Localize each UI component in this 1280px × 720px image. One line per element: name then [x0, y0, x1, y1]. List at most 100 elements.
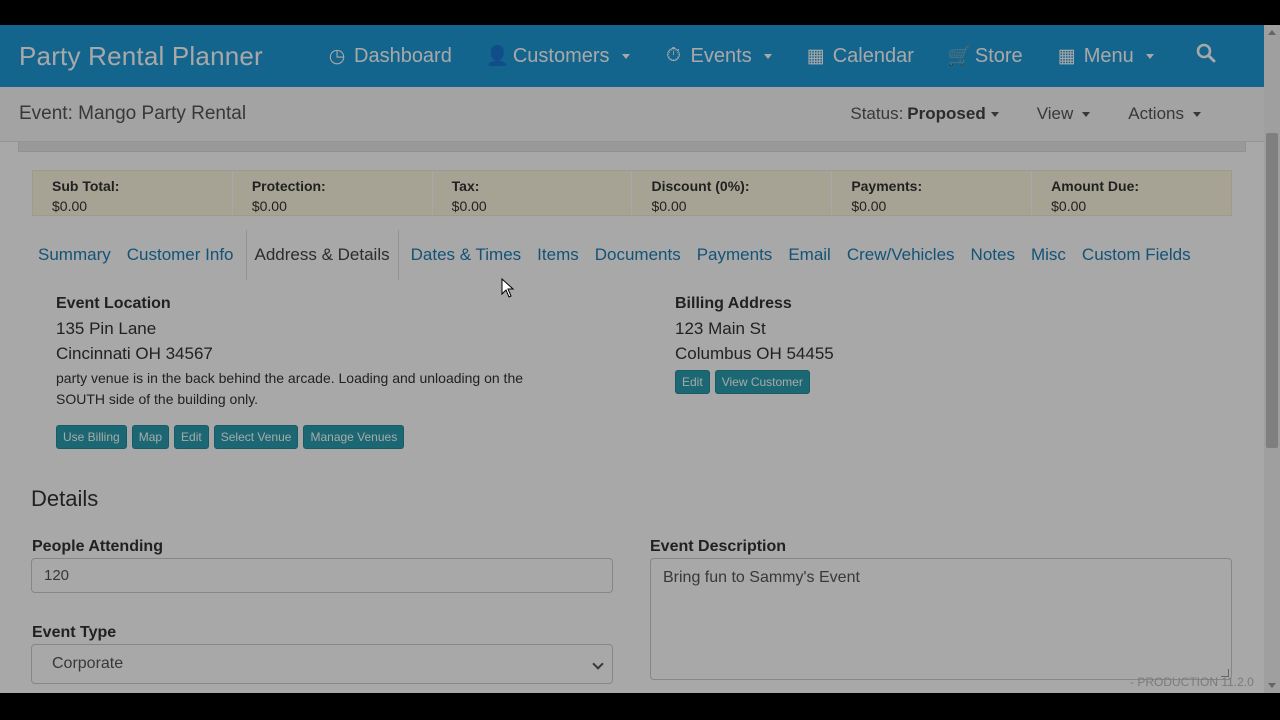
app-window: Party Rental Planner ◷ Dashboard 👤 Custo…	[0, 25, 1280, 693]
billing-address: Billing Address 123 Main St Columbus OH …	[675, 292, 834, 394]
caret-down-icon	[990, 111, 999, 117]
billing-address-line1: 123 Main St	[675, 319, 766, 338]
event-location-line2: Cincinnati OH 34567	[56, 344, 213, 363]
top-navbar: Party Rental Planner ◷ Dashboard 👤 Custo…	[0, 25, 1264, 87]
total-tax: Tax: $0.00	[433, 171, 633, 215]
grid-icon: ▦	[1057, 45, 1076, 67]
tab-documents[interactable]: Documents	[587, 230, 689, 280]
map-button[interactable]: Map	[131, 425, 170, 449]
nav-customers[interactable]: 👤 Customers	[469, 25, 647, 87]
total-label: Payments:	[851, 178, 923, 194]
caret-down-icon	[1082, 111, 1091, 117]
status-value: Proposed	[907, 104, 986, 123]
total-amount-due: Amount Due: $0.00	[1032, 171, 1231, 215]
status-dropdown[interactable]: Status: Proposed	[831, 104, 1017, 124]
event-type-select[interactable]: Corporate	[31, 644, 613, 684]
actions-dropdown[interactable]: Actions	[1109, 104, 1264, 124]
scrollbar-thumb[interactable]	[1266, 133, 1278, 448]
total-discount: Discount (0%): $0.00	[632, 171, 833, 215]
total-label: Protection:	[251, 178, 326, 194]
nav-label: Events	[690, 44, 752, 67]
event-location-heading: Event Location	[56, 295, 171, 312]
total-label: Amount Due:	[1051, 178, 1140, 194]
total-value: $0.00	[451, 198, 487, 214]
status-label: Status:	[850, 104, 904, 123]
panel-top	[18, 142, 1246, 152]
tab-payments[interactable]: Payments	[689, 230, 781, 280]
tab-items[interactable]: Items	[529, 230, 587, 280]
clock-icon: ⏱	[666, 45, 681, 66]
scroll-up-icon[interactable]	[1268, 30, 1276, 35]
nav-dashboard[interactable]: ◷ Dashboard	[310, 25, 469, 87]
people-attending-label: People Attending	[32, 538, 163, 555]
people-attending-input[interactable]: 120	[31, 558, 613, 593]
nav-label: Calendar	[832, 44, 914, 67]
total-label: Discount (0%):	[651, 178, 750, 194]
event-location-buttons: Use Billing Map Edit Select Venue Manage…	[56, 425, 556, 449]
brand-logo[interactable]: Party Rental Planner	[0, 41, 310, 72]
tab-misc[interactable]: Misc	[1023, 230, 1074, 280]
tab-custom-fields[interactable]: Custom Fields	[1074, 230, 1199, 280]
select-venue-button[interactable]: Select Venue	[213, 425, 299, 449]
event-location: Event Location 135 Pin Lane Cincinnati O…	[56, 292, 556, 449]
nav-calendar[interactable]: ▦ Calendar	[789, 25, 931, 87]
use-billing-button[interactable]: Use Billing	[56, 425, 127, 449]
chevron-down-icon	[592, 658, 604, 670]
event-location-line1: 135 Pin Lane	[56, 319, 157, 338]
details-section: Details People Attending 120 Event Type …	[18, 470, 1246, 690]
nav-label: Dashboard	[354, 44, 452, 67]
total-value: $0.00	[251, 198, 287, 214]
total-payments: Payments: $0.00	[832, 171, 1033, 215]
cart-icon: 🛒	[947, 46, 972, 67]
mouse-cursor-icon	[501, 278, 515, 298]
details-heading: Details	[31, 486, 99, 511]
vertical-scrollbar[interactable]	[1264, 25, 1280, 693]
actions-label: Actions	[1128, 104, 1184, 123]
nav-store[interactable]: 🛒 Store	[931, 25, 1040, 87]
caret-down-icon	[763, 53, 772, 59]
tab-customer-info[interactable]: Customer Info	[119, 230, 242, 280]
event-description-value: Bring fun to Sammy's Event	[663, 569, 860, 586]
view-dropdown[interactable]: View	[1018, 104, 1110, 124]
total-value: $0.00	[651, 198, 687, 214]
view-label: View	[1036, 104, 1074, 123]
page-title: Event: Mango Party Rental	[19, 103, 247, 124]
view-customer-button[interactable]: View Customer	[714, 370, 810, 394]
billing-address-heading: Billing Address	[675, 295, 792, 312]
nav-menu[interactable]: ▦ Menu	[1040, 25, 1171, 87]
totals-bar: Sub Total: $0.00 Protection: $0.00 Tax: $0.…	[32, 170, 1232, 216]
edit-billing-button[interactable]: Edit	[675, 370, 710, 394]
total-value: $0.00	[52, 198, 88, 214]
tab-notes[interactable]: Notes	[963, 230, 1023, 280]
event-location-note: party venue is in the back behind the ar…	[56, 370, 524, 407]
search-icon[interactable]	[1179, 43, 1233, 69]
edit-location-button[interactable]: Edit	[174, 425, 209, 449]
tab-address-details[interactable]: Address & Details	[245, 230, 399, 280]
total-protection: Protection: $0.00	[233, 171, 433, 215]
billing-address-line2: Columbus OH 54455	[675, 344, 834, 363]
total-value: $0.00	[1051, 198, 1087, 214]
addresses-section: Event Location 135 Pin Lane Cincinnati O…	[18, 280, 1246, 470]
event-subheader: Event: Mango Party Rental Status: Propos…	[0, 87, 1264, 142]
nav-label: Store	[974, 44, 1023, 67]
dashboard-icon: ◷	[328, 45, 346, 67]
event-description-textarea[interactable]: Bring fun to Sammy's Event	[650, 558, 1232, 680]
total-label: Tax:	[451, 178, 480, 194]
tab-dates-times[interactable]: Dates & Times	[403, 230, 530, 280]
tab-email[interactable]: Email	[780, 230, 839, 280]
event-type-label: Event Type	[32, 624, 117, 641]
manage-venues-button[interactable]: Manage Venues	[303, 425, 405, 449]
user-icon: 👤	[485, 46, 510, 67]
main-content: Sub Total: $0.00 Protection: $0.00 Tax: $0.…	[18, 142, 1246, 690]
nav-events[interactable]: ⏱ Events	[647, 25, 789, 87]
tab-crew-vehicles[interactable]: Crew/Vehicles	[839, 230, 963, 280]
calendar-icon: ▦	[806, 45, 825, 67]
event-tabs: Summary Customer Info Address & Details …	[32, 230, 1232, 280]
total-label: Sub Total:	[52, 178, 120, 194]
caret-down-icon	[1145, 53, 1154, 59]
scroll-down-icon[interactable]	[1268, 683, 1276, 688]
caret-down-icon	[621, 53, 630, 59]
total-value: $0.00	[851, 198, 887, 214]
tab-summary[interactable]: Summary	[32, 230, 119, 280]
caret-down-icon	[1193, 111, 1201, 117]
